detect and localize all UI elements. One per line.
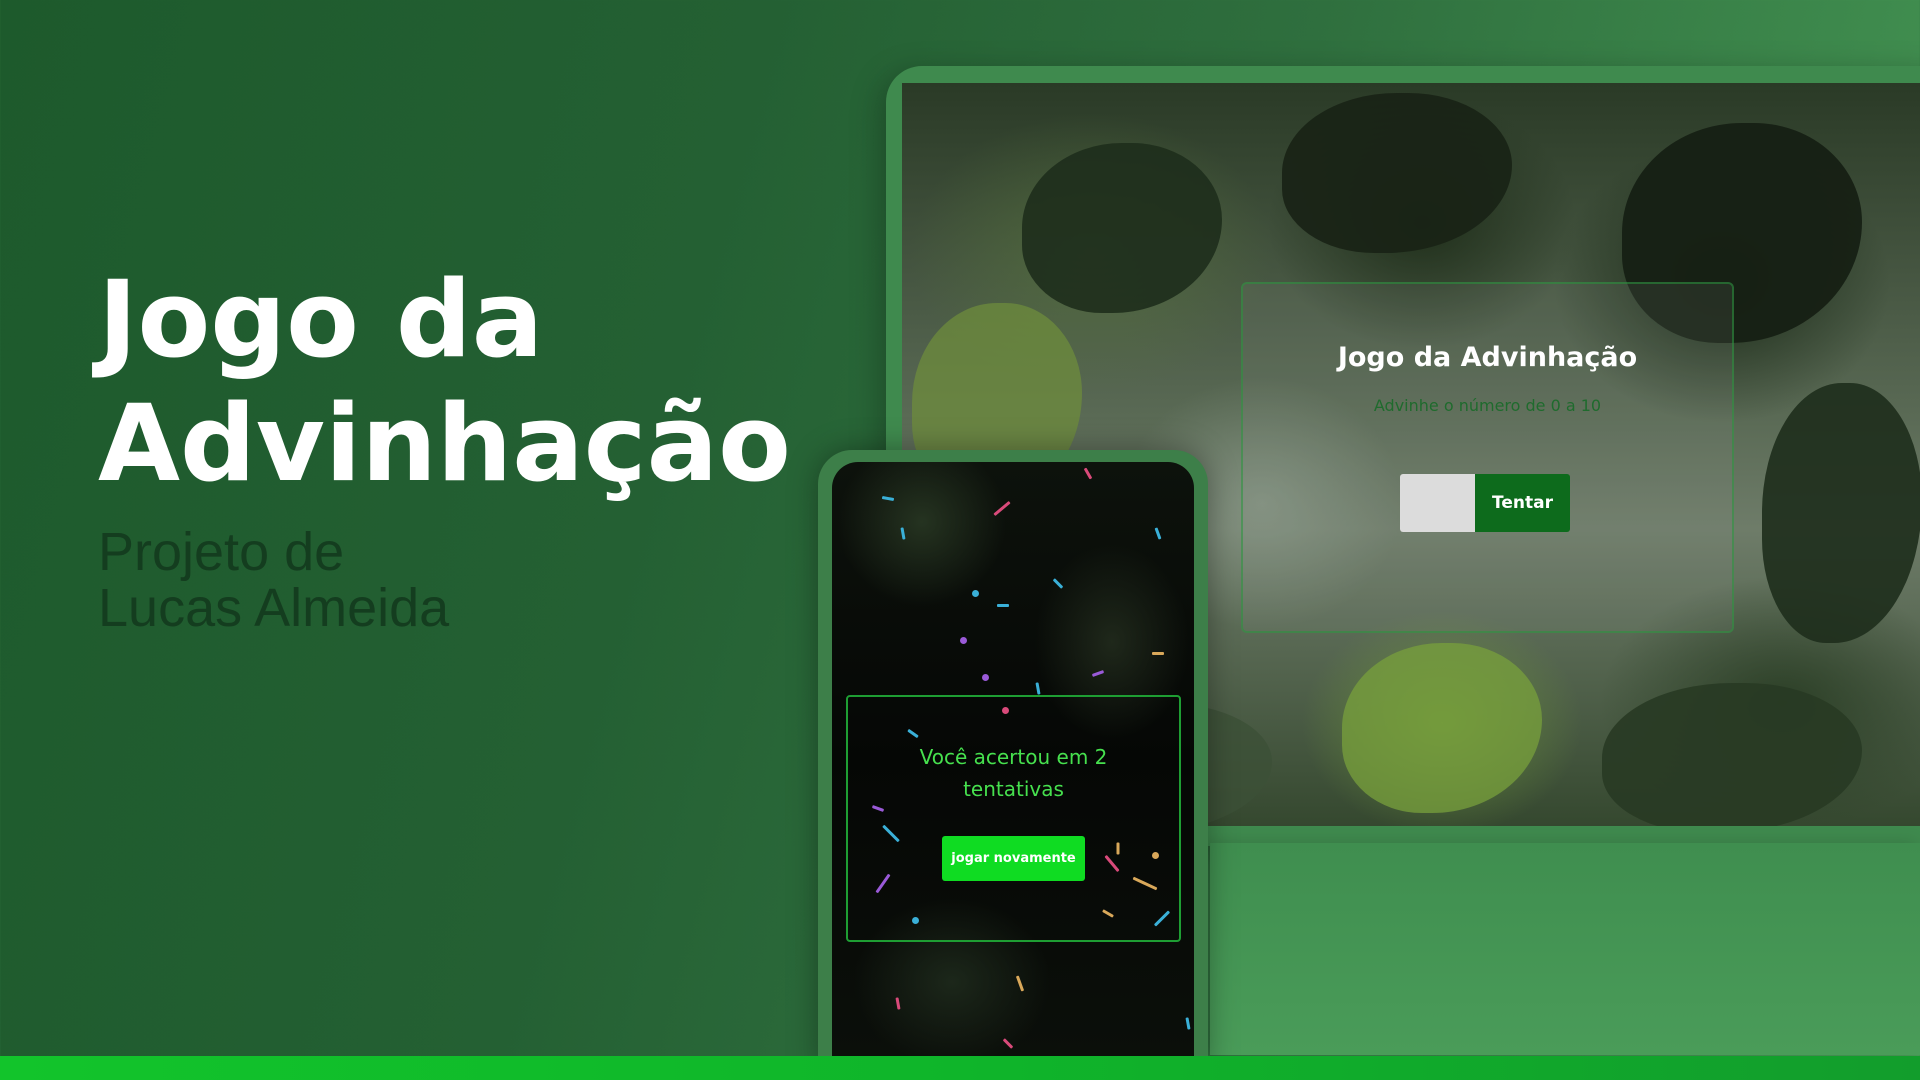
subtitle-line-1: Projeto de bbox=[98, 522, 345, 582]
guess-input[interactable] bbox=[1400, 474, 1475, 532]
page-subtitle: Projeto de Lucas Almeida bbox=[98, 524, 618, 636]
leaf-decoration bbox=[1022, 143, 1222, 313]
title-line-1: Jogo da bbox=[98, 258, 544, 381]
win-message-card: Você acertou em 2 tentativas jogar novam… bbox=[846, 695, 1181, 942]
confetti-piece bbox=[1154, 527, 1162, 540]
leaf-decoration bbox=[1282, 93, 1512, 253]
page-title: Jogo da Advinhação bbox=[98, 258, 818, 506]
confetti-piece bbox=[1002, 1038, 1014, 1049]
confetti-piece bbox=[993, 500, 1011, 517]
title-line-2: Advinhação bbox=[98, 382, 791, 505]
try-button[interactable]: Tentar bbox=[1475, 474, 1570, 532]
confetti-piece bbox=[1052, 578, 1064, 589]
confetti-piece bbox=[960, 637, 967, 644]
confetti-piece bbox=[1015, 975, 1025, 992]
confetti-piece bbox=[1035, 682, 1041, 695]
leaf-decoration bbox=[1342, 643, 1542, 813]
confetti-piece bbox=[1185, 1017, 1191, 1030]
game-title: Jogo da Advinhação bbox=[1337, 342, 1638, 373]
win-message: Você acertou em 2 tentativas bbox=[848, 741, 1179, 805]
play-again-button[interactable]: jogar novamente bbox=[942, 836, 1085, 881]
confetti-piece bbox=[1091, 670, 1105, 677]
guess-game-card: Jogo da Advinhação Advinhe o número de 0… bbox=[1241, 282, 1734, 633]
confetti-piece bbox=[997, 604, 1009, 607]
leaf-decoration bbox=[1762, 383, 1920, 643]
win-message-line-1: Você acertou em 2 bbox=[919, 745, 1108, 769]
subtitle-line-2: Lucas Almeida bbox=[98, 578, 450, 638]
confetti-piece bbox=[895, 997, 901, 1010]
bottom-accent-stripe bbox=[0, 1056, 1920, 1080]
leaf-decoration bbox=[1602, 683, 1862, 826]
desktop-mockup-base bbox=[1210, 843, 1920, 1055]
confetti-piece bbox=[972, 590, 979, 597]
confetti-piece bbox=[1152, 652, 1164, 655]
win-message-line-2: tentativas bbox=[963, 777, 1064, 801]
confetti-piece bbox=[881, 495, 895, 502]
confetti-piece bbox=[900, 527, 906, 540]
game-hint: Advinhe o número de 0 a 10 bbox=[1373, 396, 1602, 415]
confetti-piece bbox=[1083, 467, 1093, 480]
confetti-piece bbox=[982, 674, 989, 681]
